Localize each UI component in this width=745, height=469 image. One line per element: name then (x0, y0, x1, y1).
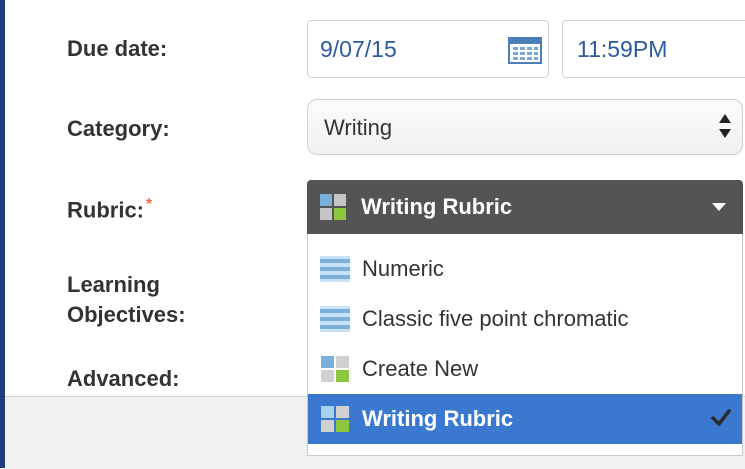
rubric-dropdown-toggle[interactable]: Writing Rubric (307, 180, 743, 234)
due-date-label: Due date: (67, 36, 168, 61)
select-arrows-icon (719, 114, 731, 138)
rubric-option-numeric[interactable]: Numeric (308, 244, 742, 294)
rubric-label: Rubric: * (67, 196, 152, 223)
rubric-grid-icon (321, 356, 349, 382)
rubric-grid-icon (321, 406, 349, 432)
category-label: Category: (67, 116, 170, 141)
rubric-list-icon (320, 256, 350, 282)
due-time-value: 11:59PM (577, 36, 668, 62)
rubric-option-label: Writing Rubric (362, 406, 514, 431)
chevron-down-icon (712, 203, 726, 211)
rubric-selected-value: Writing Rubric (361, 194, 513, 219)
due-date-input[interactable]: 9/07/15 (307, 20, 549, 78)
rubric-option-label: Create New (362, 356, 479, 381)
calendar-icon[interactable] (508, 36, 542, 64)
advanced-label: Advanced: (67, 366, 180, 391)
rubric-option-label: Numeric (362, 256, 444, 281)
rubric-option-label: Classic five point chromatic (362, 306, 629, 331)
learning-objectives-label-line1: Learning (67, 272, 160, 297)
rubric-label-text: Rubric: (67, 197, 144, 223)
rubric-option-create-new[interactable]: Create New (308, 344, 742, 394)
category-value: Writing (324, 115, 393, 140)
rubric-dropdown-menu: Numeric Classic five point chromatic Cre… (307, 234, 743, 456)
due-time-input[interactable]: 11:59PM (562, 20, 745, 78)
learning-objectives-label: Learning Objectives: (67, 270, 186, 330)
category-select[interactable]: Writing (307, 99, 743, 155)
rubric-grid-icon (320, 194, 346, 220)
assignment-form: Due date: 9/07/15 11:59PM Category: Writ… (0, 0, 745, 469)
rubric-list-icon (320, 306, 350, 332)
due-date-value: 9/07/15 (320, 36, 397, 62)
required-marker: * (146, 196, 153, 213)
checkmark-icon (711, 409, 731, 426)
rubric-option-classic-five-point[interactable]: Classic five point chromatic (308, 294, 742, 344)
rubric-option-writing-rubric[interactable]: Writing Rubric (308, 394, 742, 444)
learning-objectives-label-line2: Objectives: (67, 302, 186, 327)
